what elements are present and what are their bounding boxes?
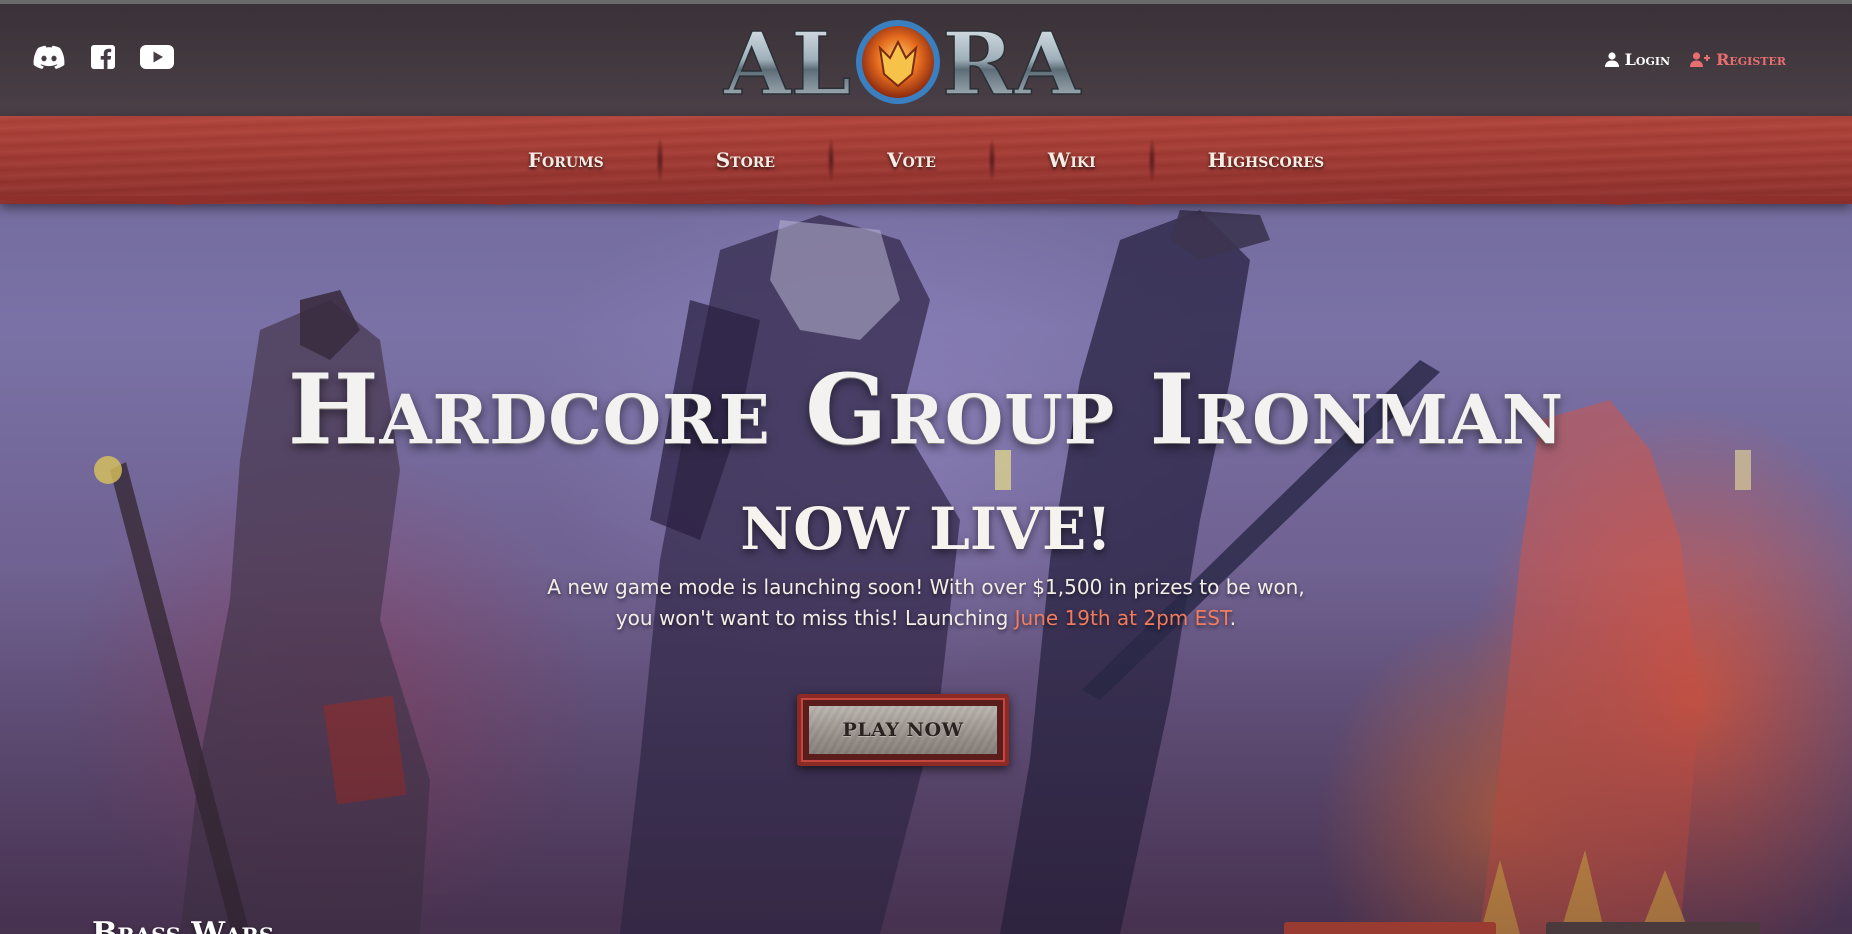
user-plus-icon bbox=[1690, 52, 1711, 67]
page: AL RA Login Register Forums Store Vote W… bbox=[0, 0, 1852, 934]
nav-divider bbox=[655, 137, 664, 183]
play-now-label: PLAY NOW bbox=[809, 706, 997, 754]
play-now-button[interactable]: PLAY NOW bbox=[797, 694, 1009, 766]
nav-divider bbox=[1147, 137, 1156, 183]
social-links bbox=[32, 44, 174, 70]
news-card-thumbnail[interactable] bbox=[1546, 922, 1760, 934]
svg-text:RA: RA bbox=[942, 14, 1081, 108]
section-heading: Brass Wars bbox=[92, 916, 275, 934]
nav-menu: Forums Store Vote Wiki Highscores bbox=[0, 116, 1852, 204]
nav-divider bbox=[987, 137, 996, 183]
discord-icon[interactable] bbox=[32, 44, 66, 70]
account-links: Login Register bbox=[1604, 50, 1786, 69]
youtube-icon[interactable] bbox=[140, 44, 174, 70]
hero-description-line1: A new game mode is launching soon! With … bbox=[547, 575, 1305, 599]
alora-logo[interactable]: AL RA bbox=[722, 12, 1086, 108]
top-header: AL RA Login Register bbox=[0, 0, 1852, 116]
hero-subtitle: NOW LIVE! bbox=[740, 495, 1112, 563]
hero-description: A new game mode is launching soon! With … bbox=[476, 572, 1376, 634]
nav-item-forums[interactable]: Forums bbox=[476, 148, 656, 172]
register-link[interactable]: Register bbox=[1690, 50, 1786, 69]
facebook-icon[interactable] bbox=[86, 44, 120, 70]
user-icon bbox=[1604, 52, 1619, 67]
login-label: Login bbox=[1624, 50, 1671, 69]
hero-title: Hardcore Group Ironman bbox=[287, 353, 1565, 466]
nav-item-store[interactable]: Store bbox=[664, 148, 827, 172]
nav-item-wiki[interactable]: Wiki bbox=[996, 148, 1148, 172]
register-label: Register bbox=[1716, 50, 1786, 69]
launch-date-highlight: June 19th at 2pm EST bbox=[1014, 606, 1230, 630]
hero-description-line2: you won't want to miss this! Launching bbox=[615, 606, 1015, 630]
login-link[interactable]: Login bbox=[1604, 50, 1671, 69]
nav-divider bbox=[827, 137, 836, 183]
news-card-thumbnail[interactable] bbox=[1284, 922, 1496, 934]
nav-item-vote[interactable]: Vote bbox=[835, 148, 988, 172]
svg-text:AL: AL bbox=[723, 14, 851, 108]
nav-item-highscores[interactable]: Highscores bbox=[1156, 148, 1377, 172]
hero-description-suffix: . bbox=[1229, 606, 1237, 630]
